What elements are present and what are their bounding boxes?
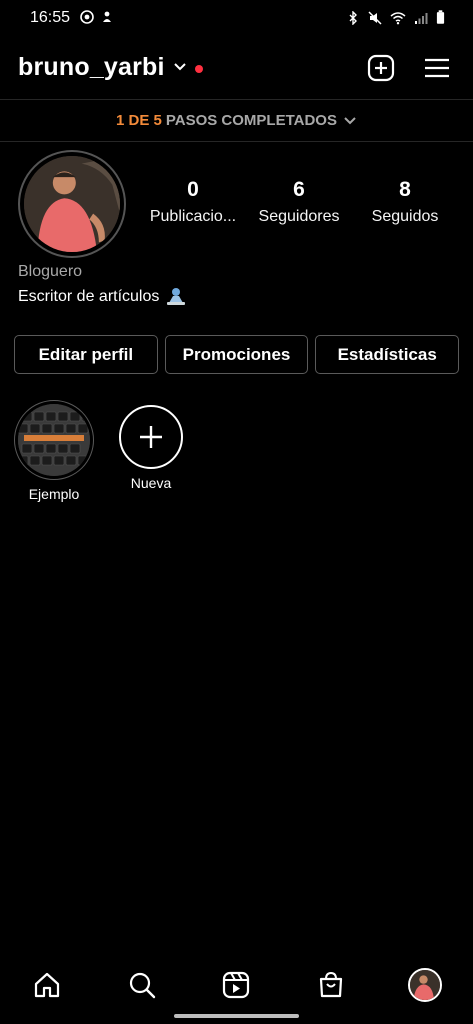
username-switcher[interactable]: bruno_yarbi (18, 53, 165, 82)
nav-profile[interactable] (408, 968, 442, 1002)
stat-following-count: 8 (399, 178, 411, 201)
highlight-cover (18, 404, 90, 476)
stat-followers[interactable]: 6 Seguidores (246, 178, 352, 226)
chevron-down-icon (344, 116, 356, 124)
person-photo (410, 970, 440, 1000)
stat-following[interactable]: 8 Seguidos (352, 178, 458, 226)
profile-header: bruno_yarbi (0, 36, 473, 100)
highlight-label: Ejemplo (28, 486, 80, 502)
status-bar: 16:55 (0, 0, 473, 36)
create-post-icon[interactable] (366, 53, 396, 83)
bio-text: Escritor de artículos (18, 288, 160, 305)
bluetooth-icon (349, 10, 357, 25)
home-icon (34, 972, 60, 998)
profile-avatar[interactable] (18, 150, 126, 258)
stat-followers-count: 6 (293, 178, 305, 201)
highlight-item[interactable]: Ejemplo (14, 400, 94, 502)
stat-posts-label: Publicacio... (149, 208, 237, 225)
edit-profile-button[interactable]: Editar perfil (14, 335, 158, 374)
media-icon (80, 10, 94, 24)
new-highlight-label: Nueva (130, 475, 172, 491)
promotions-button[interactable]: Promociones (164, 335, 309, 374)
plus-icon (140, 426, 162, 448)
nav-search[interactable] (125, 968, 159, 1002)
profile-actions: Editar perfil Promociones Estadísticas (14, 335, 460, 374)
nav-shop[interactable] (314, 968, 348, 1002)
search-icon (129, 972, 156, 999)
menu-icon[interactable] (422, 53, 452, 83)
profile-nav-avatar (408, 968, 442, 1002)
bottom-navigation (0, 954, 473, 1024)
profile-stats: 0 Publicacio... 6 Seguidores 8 Seguidos (140, 178, 460, 226)
signal-icon (415, 12, 428, 24)
status-time: 16:55 (30, 9, 71, 26)
mute-icon (368, 10, 382, 25)
profile-category: Bloguero (18, 263, 83, 280)
home-indicator (174, 1014, 299, 1018)
shop-icon (319, 971, 343, 998)
person-photo (24, 156, 120, 252)
steps-progress: 1 DE 5 (116, 112, 162, 129)
stat-posts[interactable]: 0 Publicacio... (140, 178, 246, 226)
notification-dot (195, 65, 203, 73)
stat-posts-count: 0 (187, 178, 199, 201)
battery-icon (436, 10, 445, 24)
stat-followers-label: Seguidores (258, 208, 340, 225)
notification-icon (103, 11, 111, 22)
nav-home[interactable] (30, 968, 64, 1002)
new-highlight-button[interactable]: Nueva (111, 400, 191, 491)
stat-following-label: Seguidos (371, 208, 439, 225)
wifi-icon (390, 11, 406, 24)
profile-bio: Escritor de artículos (18, 287, 187, 307)
steps-completed-banner[interactable]: 1 DE 5 PASOS COMPLETADOS (0, 99, 473, 142)
chevron-down-icon[interactable] (172, 59, 188, 75)
reels-icon (222, 971, 250, 999)
profile-photo (24, 156, 120, 252)
steps-label: PASOS COMPLETADOS (165, 112, 337, 129)
nav-reels[interactable] (219, 968, 253, 1002)
keyboard-image (18, 404, 90, 476)
statistics-button[interactable]: Estadísticas (315, 335, 460, 374)
laptop-writer-emoji-icon (167, 288, 186, 305)
instagram-profile-screen: 16:55 bruno_yarbi 1 DE 5 PASOS COMPLETAD… (0, 0, 473, 1024)
